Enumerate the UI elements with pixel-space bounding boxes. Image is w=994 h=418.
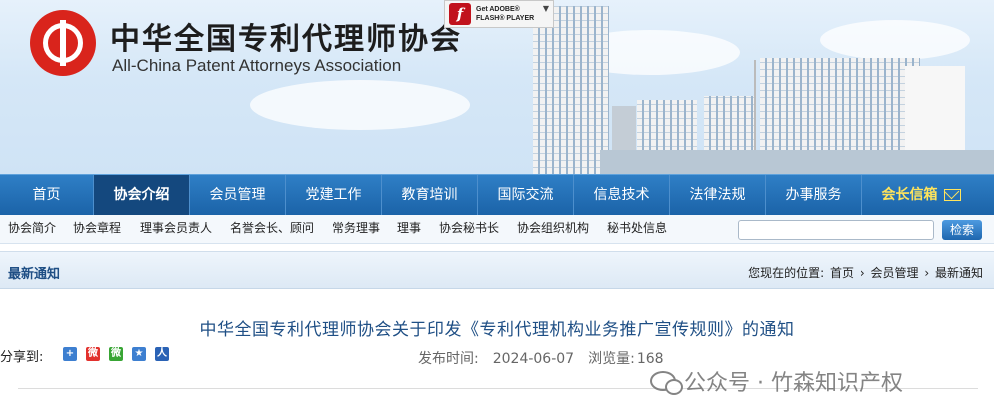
building-image — [533, 6, 609, 174]
nav-item-label: 会长信箱 — [881, 187, 938, 203]
street-image — [600, 150, 994, 174]
nav-item-home[interactable]: 首页 — [0, 175, 94, 216]
subnav-item-secretary-general[interactable]: 协会秘书长 — [439, 219, 499, 236]
flash-icon: f — [449, 3, 471, 25]
renren-share-icon[interactable]: 人 — [155, 347, 169, 361]
breadcrumb: 您现在的位置: 首页 › 会员管理 › 最新通知 — [747, 264, 984, 281]
flash-line1: Get ADOBE® — [476, 6, 520, 13]
nav-item-members[interactable]: 会员管理 — [190, 175, 286, 216]
nav-item-it[interactable]: 信息技术 — [574, 175, 670, 216]
header-banner: 中华全国专利代理师协会 All-China Patent Attorneys A… — [0, 0, 994, 174]
article-title: 中华全国专利代理师协会关于印发《专利代理机构业务推广宣传规则》的通知 — [199, 320, 795, 340]
nav-item-about[interactable]: 协会介绍 — [94, 175, 190, 216]
main-nav: 首页 协会介绍 会员管理 党建工作 教育培训 国际交流 信息技术 法律法规 办事… — [0, 174, 994, 216]
subnav-item-secretariat[interactable]: 秘书处信息 — [607, 219, 667, 236]
nav-item-services[interactable]: 办事服务 — [766, 175, 862, 216]
nav-item-party[interactable]: 党建工作 — [286, 175, 382, 216]
cloud-decoration — [820, 20, 970, 60]
breadcrumb-item-notices[interactable]: 最新通知 — [935, 266, 983, 280]
breadcrumb-item-home[interactable]: 首页 — [830, 266, 854, 280]
flash-player-badge[interactable]: f Get ADOBE® FLASH® PLAYER ▼ — [444, 0, 554, 28]
watermark: 公众号 · 竹森知识产权 — [650, 365, 903, 397]
flash-line2: FLASH® PLAYER — [476, 15, 535, 22]
breadcrumb-separator: › — [859, 266, 865, 280]
share-label: 分享到: — [0, 350, 44, 365]
views-label: 浏览量: — [588, 351, 635, 367]
subnav-item-honorary[interactable]: 名誉会长、顾问 — [230, 219, 314, 236]
nav-item-international[interactable]: 国际交流 — [478, 175, 574, 216]
search-input[interactable] — [738, 220, 934, 240]
site-title-cn: 中华全国专利代理师协会 — [110, 22, 462, 57]
subnav-item-standing-council[interactable]: 常务理事 — [332, 219, 380, 236]
section-header: 最新通知 您现在的位置: 首页 › 会员管理 › 最新通知 — [0, 251, 994, 289]
association-logo[interactable] — [30, 10, 96, 76]
subnav-item-council[interactable]: 理事 — [397, 219, 421, 236]
breadcrumb-prefix: 您现在的位置: — [748, 266, 825, 280]
cloud-decoration — [250, 80, 470, 130]
breadcrumb-separator: › — [924, 266, 930, 280]
search-button[interactable]: 检索 — [942, 220, 982, 240]
nav-item-president-mailbox[interactable]: 会长信箱 — [862, 175, 980, 216]
wechat-official-account-icon — [650, 371, 683, 395]
subnav-item-council-leaders[interactable]: 理事会员责人 — [140, 219, 212, 236]
wechat-share-icon[interactable]: 微 — [109, 347, 123, 361]
nav-item-training[interactable]: 教育培训 — [382, 175, 478, 216]
article-meta: 发布时间: 2024-06-07 浏览量: 168 — [418, 348, 678, 368]
site-title-en: All-China Patent Attorneys Association — [112, 56, 402, 75]
section-title: 最新通知 — [8, 267, 61, 282]
watermark-text: 公众号 · 竹森知识产权 — [684, 371, 903, 396]
subnav-item-charter[interactable]: 协会章程 — [73, 219, 121, 236]
publish-date: 2024-06-07 — [492, 351, 575, 367]
mail-icon — [943, 189, 961, 201]
subnav-item-intro[interactable]: 协会简介 — [8, 219, 56, 236]
breadcrumb-item-members[interactable]: 会员管理 — [871, 266, 919, 280]
publish-label: 发布时间: — [418, 351, 479, 367]
nav-item-law[interactable]: 法律法规 — [670, 175, 766, 216]
weibo-share-icon[interactable]: 微 — [86, 347, 100, 361]
qzone-share-icon[interactable]: + — [63, 347, 77, 361]
subnav-item-organization[interactable]: 协会组织机构 — [517, 219, 589, 236]
download-arrow-icon: ▼ — [542, 4, 549, 13]
favorite-share-icon[interactable]: ★ — [132, 347, 146, 361]
